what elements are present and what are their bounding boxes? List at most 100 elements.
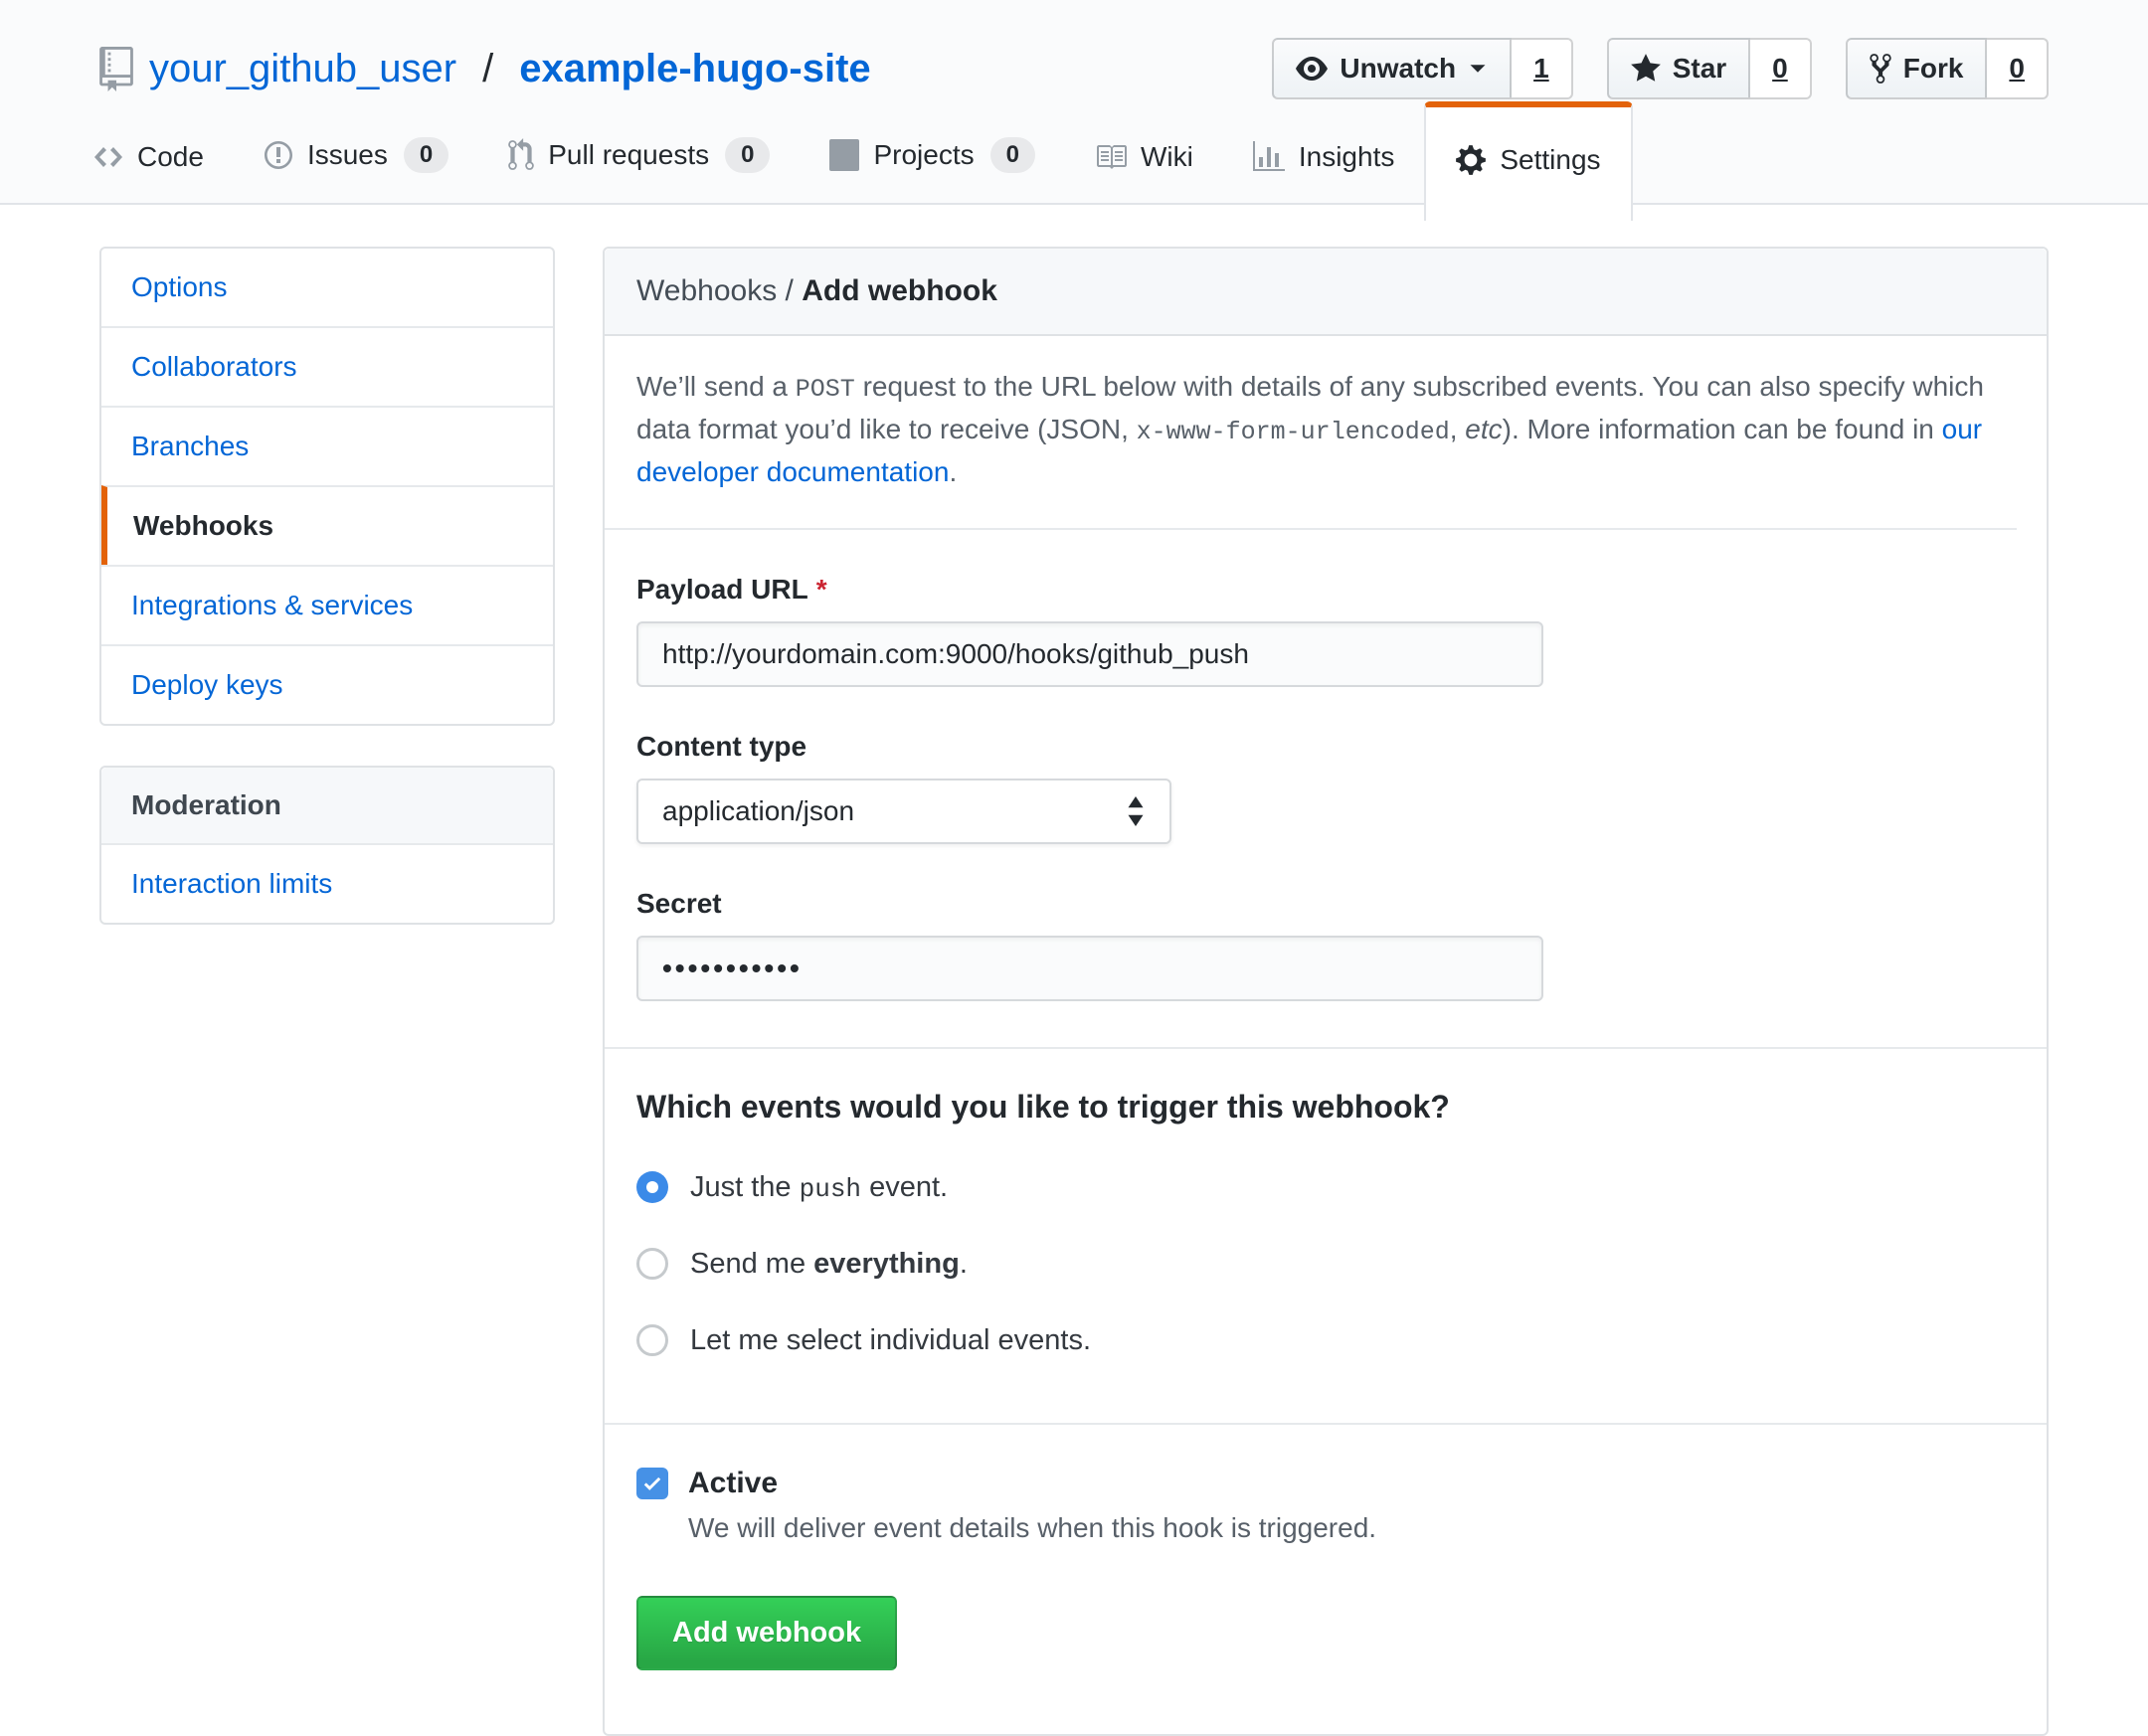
radio-send-everything-label: Send me everything.: [690, 1248, 968, 1281]
description-text: We’ll send a: [636, 371, 796, 402]
tab-projects-label: Projects: [873, 139, 974, 171]
select-arrows-icon: [1126, 796, 1146, 826]
radio-label-text: Just the: [690, 1171, 800, 1203]
star-icon: [1631, 52, 1661, 86]
issue-opened-icon: [264, 139, 293, 171]
description-text: ,: [1450, 414, 1466, 444]
active-checkbox[interactable]: [636, 1468, 668, 1499]
tab-wiki[interactable]: Wiki: [1065, 115, 1223, 203]
star-count[interactable]: 0: [1750, 38, 1812, 99]
caret-down-icon: [1468, 59, 1488, 79]
sidebar-item-deploy-keys[interactable]: Deploy keys: [101, 644, 553, 724]
tab-issues-label: Issues: [307, 139, 388, 171]
radio-just-push[interactable]: [636, 1171, 668, 1203]
settings-menu: Options Collaborators Branches Webhooks …: [99, 247, 555, 726]
breadcrumb-webhooks-link[interactable]: Webhooks: [636, 274, 777, 307]
repo-title-row: your_github_user / example-hugo-site Unw…: [0, 0, 2148, 99]
pagehead-actions: Unwatch 1 Star 0: [1272, 38, 2049, 99]
content-type-select[interactable]: application/json: [636, 779, 1171, 844]
secret-input[interactable]: [636, 936, 1543, 1001]
content-type-label: Content type: [636, 731, 2015, 763]
active-section: Active We will deliver event details whe…: [605, 1425, 2047, 1734]
unwatch-button[interactable]: Unwatch: [1272, 38, 1512, 99]
everything-bold-text: everything: [813, 1248, 960, 1280]
post-code-text: POST: [796, 375, 855, 404]
required-asterisk: *: [816, 574, 827, 605]
eye-icon: [1296, 53, 1328, 85]
book-icon: [1095, 141, 1127, 173]
events-heading: Which events would you like to trigger t…: [636, 1089, 2015, 1126]
breadcrumb-current: Add webhook: [802, 274, 997, 307]
secret-label: Secret: [636, 888, 2015, 920]
radio-just-push-label: Just the push event.: [690, 1171, 948, 1204]
radio-individual-events[interactable]: [636, 1324, 668, 1356]
sidebar-item-integrations-services[interactable]: Integrations & services: [101, 565, 553, 644]
radio-individual-events-label: Let me select individual events.: [690, 1324, 1091, 1357]
content-type-selected-value: application/json: [662, 795, 854, 827]
add-webhook-button[interactable]: Add webhook: [636, 1596, 897, 1670]
repo-icon: [99, 47, 133, 91]
urlencoded-code-text: x-www-form-urlencoded: [1137, 418, 1450, 446]
fork-count[interactable]: 0: [1987, 38, 2049, 99]
page-title: your_github_user / example-hugo-site: [99, 47, 1272, 91]
description-text: .: [949, 456, 957, 487]
moderation-menu: Moderation Interaction limits: [99, 766, 555, 925]
settings-sidebar: Options Collaborators Branches Webhooks …: [99, 247, 555, 925]
radio-label-text: Send me: [690, 1248, 813, 1280]
sidebar-item-collaborators[interactable]: Collaborators: [101, 326, 553, 406]
tab-projects[interactable]: Projects 0: [800, 111, 1065, 203]
tab-insights-label: Insights: [1299, 141, 1395, 173]
sidebar-item-interaction-limits[interactable]: Interaction limits: [101, 843, 553, 923]
git-pull-request-icon: [508, 138, 534, 172]
event-option-everything: Send me everything.: [636, 1248, 2015, 1281]
unwatch-button-label: Unwatch: [1340, 53, 1456, 85]
tab-insights[interactable]: Insights: [1223, 115, 1425, 203]
tab-settings-label: Settings: [1500, 144, 1600, 176]
payload-url-input[interactable]: [636, 621, 1543, 687]
description-text: ). More information can be found in: [1503, 414, 1942, 444]
fork-button[interactable]: Fork: [1846, 38, 1988, 99]
sidebar-item-webhooks[interactable]: Webhooks: [101, 485, 553, 565]
repo-owner-link[interactable]: your_github_user: [149, 47, 456, 91]
breadcrumb: Webhooks / Add webhook: [605, 249, 2047, 336]
active-label: Active: [688, 1467, 778, 1500]
watch-button-group: Unwatch 1: [1272, 38, 1572, 99]
tab-code[interactable]: Code: [64, 115, 234, 203]
moderation-menu-heading: Moderation: [101, 768, 553, 843]
radio-send-everything[interactable]: [636, 1248, 668, 1280]
payload-url-label-text: Payload URL: [636, 574, 808, 605]
push-code-text: push: [800, 1174, 861, 1204]
fork-button-group: Fork 0: [1846, 38, 2049, 99]
tab-pull-requests-label: Pull requests: [548, 139, 709, 171]
add-webhook-panel: Webhooks / Add webhook We’ll send a POST…: [603, 247, 2049, 1736]
project-icon: [829, 139, 859, 171]
radio-label-text: .: [960, 1248, 968, 1280]
tab-code-label: Code: [137, 141, 204, 173]
tab-pull-requests[interactable]: Pull requests 0: [478, 111, 800, 203]
secret-group: Secret: [636, 888, 2015, 1001]
pull-requests-counter: 0: [725, 137, 770, 173]
graph-icon: [1253, 141, 1285, 173]
gear-icon: [1456, 143, 1486, 177]
repo-nav: Code Issues 0 Pull requests 0 Projects 0: [0, 111, 2148, 203]
issues-counter: 0: [404, 137, 448, 173]
sidebar-item-branches[interactable]: Branches: [101, 406, 553, 485]
active-checkbox-row: Active: [636, 1467, 2015, 1500]
content-type-group: Content type application/json: [636, 731, 2015, 844]
repo-name-link[interactable]: example-hugo-site: [519, 47, 870, 91]
fork-button-label: Fork: [1903, 53, 1964, 85]
site-header: your_github_user / example-hugo-site Unw…: [0, 0, 2148, 205]
watch-count[interactable]: 1: [1512, 38, 1573, 99]
etc-italic-text: etc: [1465, 414, 1502, 444]
content: Options Collaborators Branches Webhooks …: [0, 205, 2148, 1736]
radio-label-text: event.: [861, 1171, 948, 1203]
projects-counter: 0: [990, 137, 1035, 173]
tab-issues[interactable]: Issues 0: [234, 111, 478, 203]
star-button-label: Star: [1673, 53, 1726, 85]
tab-settings[interactable]: Settings: [1424, 101, 1632, 221]
star-button-group: Star 0: [1607, 38, 1812, 99]
sidebar-item-options[interactable]: Options: [101, 249, 553, 326]
breadcrumb-separator: /: [777, 274, 802, 307]
active-note: We will deliver event details when this …: [688, 1512, 2015, 1544]
star-button[interactable]: Star: [1607, 38, 1750, 99]
